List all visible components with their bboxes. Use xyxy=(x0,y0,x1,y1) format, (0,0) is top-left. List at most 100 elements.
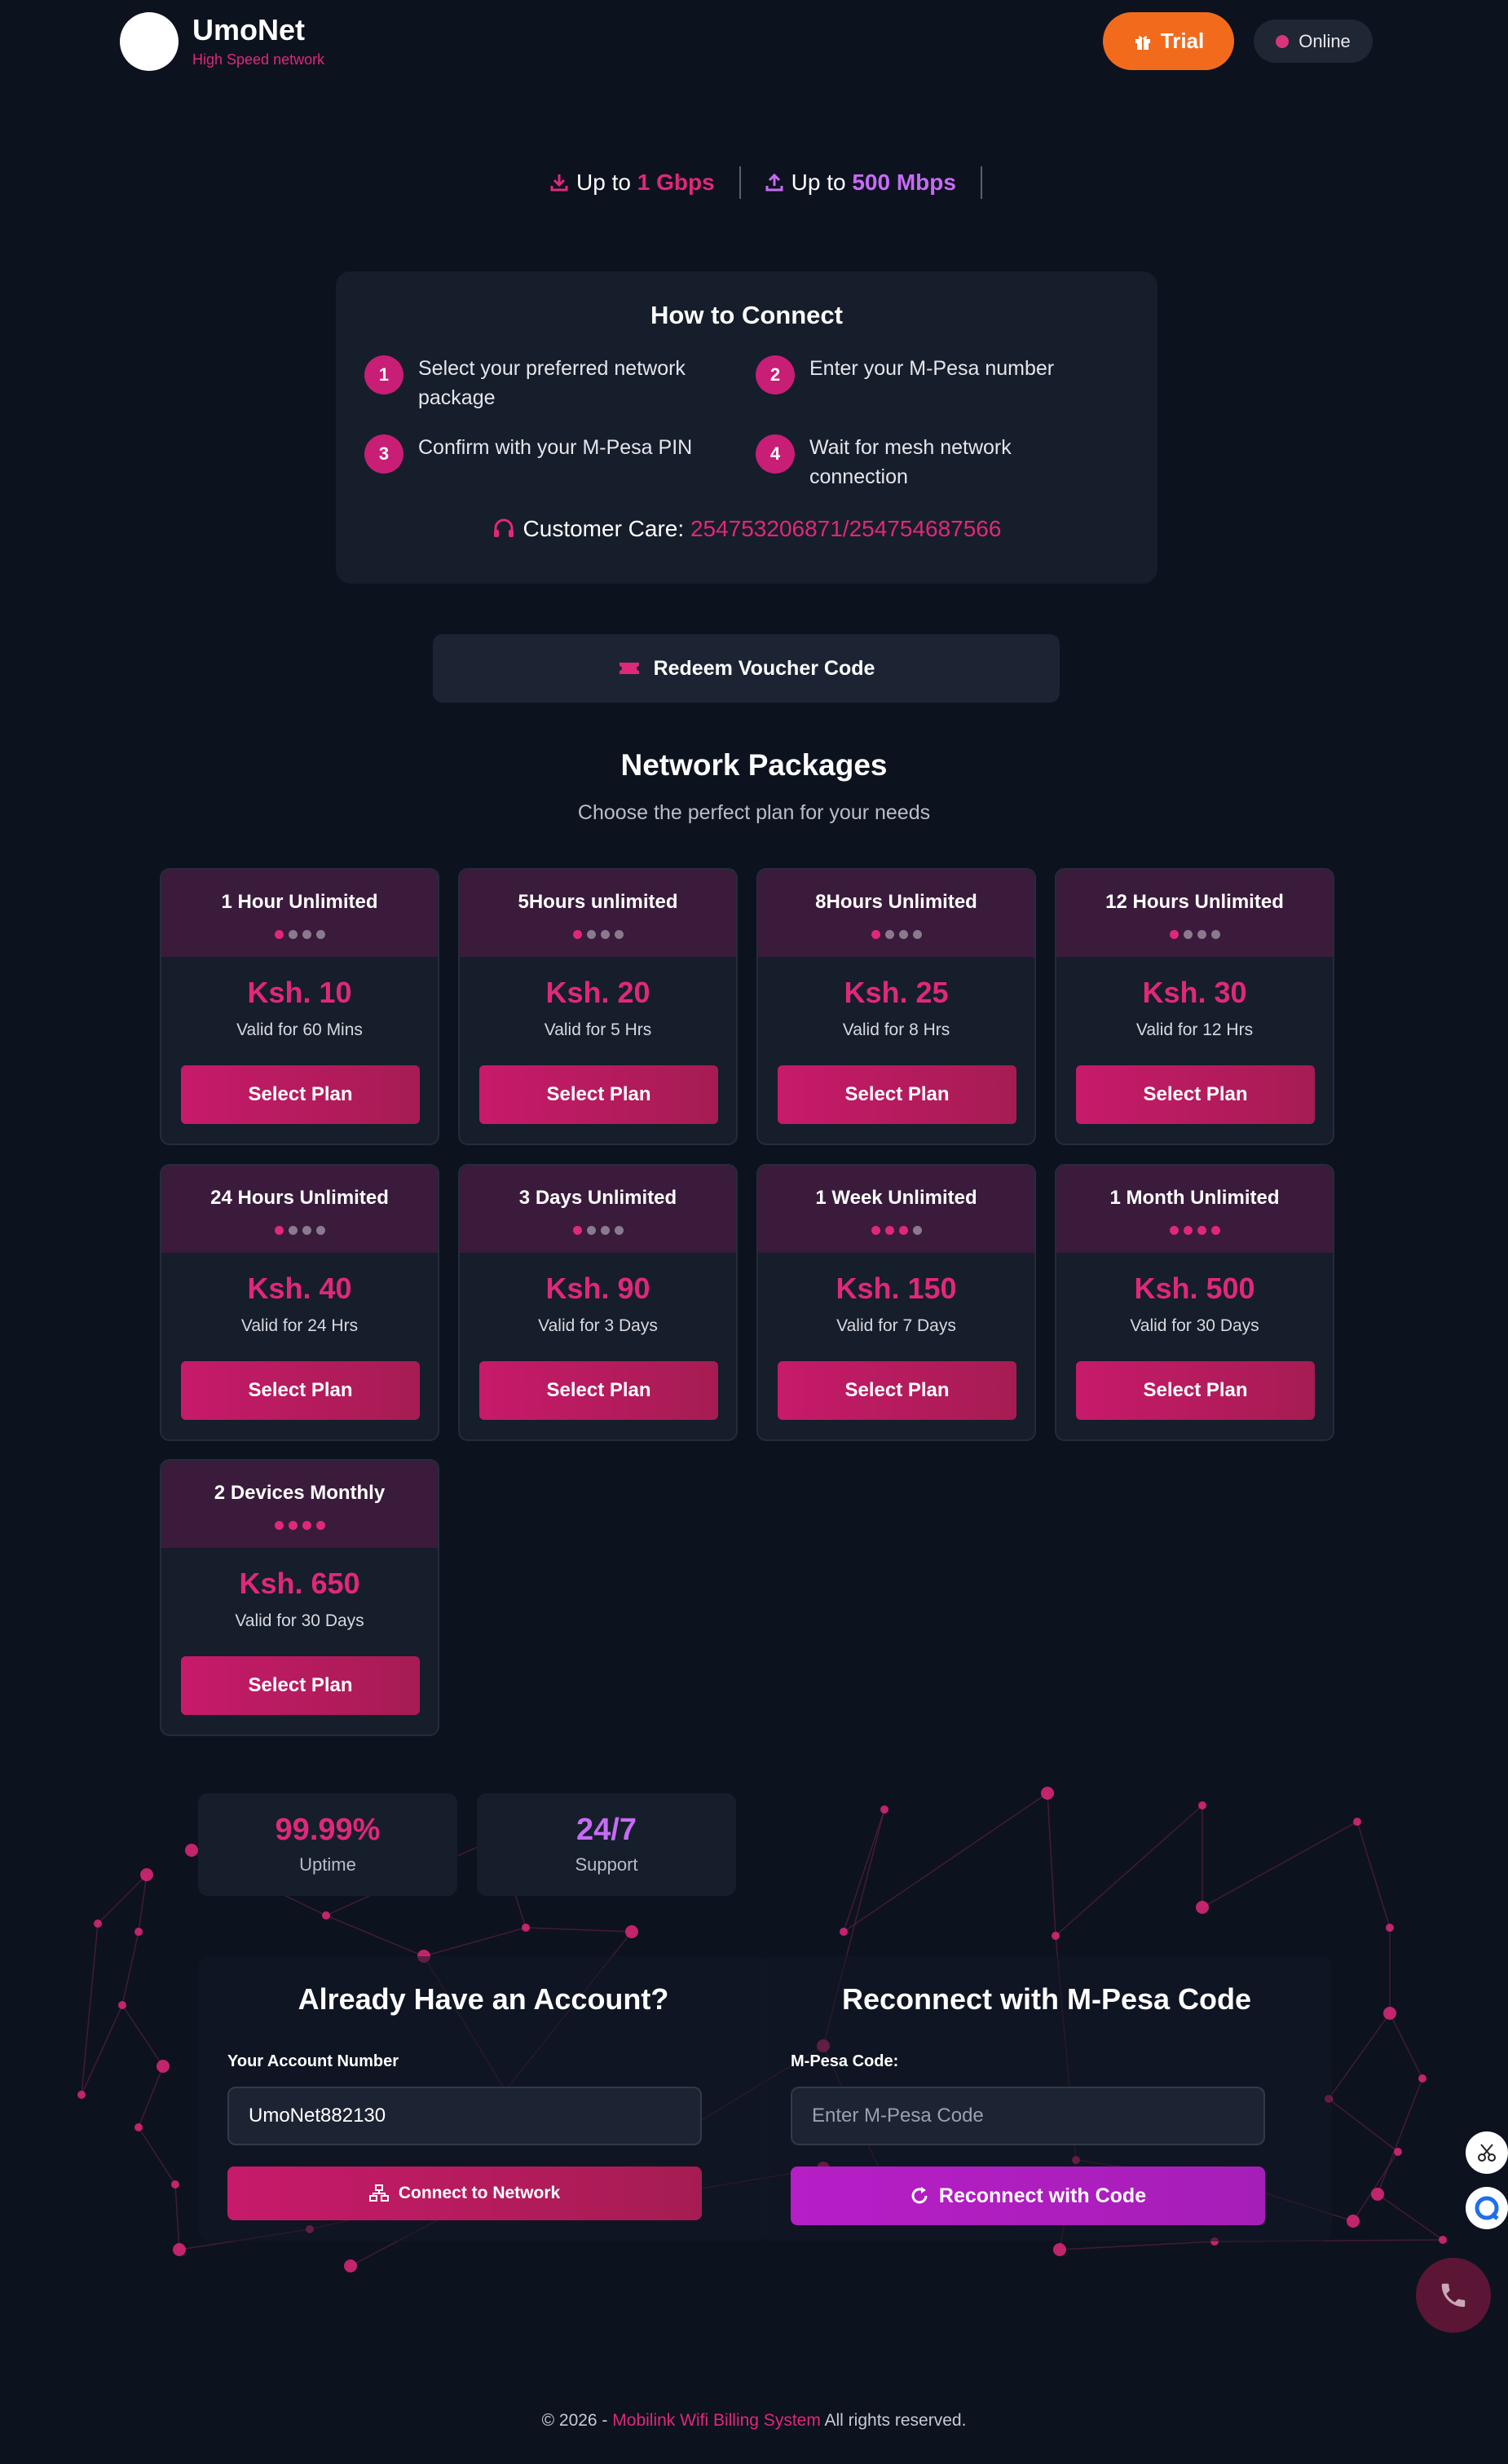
uptime-label: Uptime xyxy=(299,1854,356,1875)
brand-tagline: High Speed network xyxy=(192,51,325,68)
redeem-voucher-label: Redeem Voucher Code xyxy=(653,656,875,680)
network-node xyxy=(1371,2188,1384,2201)
network-link xyxy=(1352,2151,1399,2222)
level-dot-icon xyxy=(586,1226,596,1235)
account-login-panel: Already Have an Account? Your Account Nu… xyxy=(198,1956,769,2241)
plan-card: 1 Hour Unlimited Ksh. 10 Valid for 60 Mins… xyxy=(160,868,439,1145)
network-link xyxy=(1047,1792,1056,1937)
select-plan-button[interactable]: Select Plan xyxy=(778,1361,1016,1420)
network-link xyxy=(525,1927,633,1933)
network-link xyxy=(138,2127,176,2185)
level-dot-icon xyxy=(288,1521,298,1530)
plan-price: Ksh. 30 xyxy=(1142,976,1247,1009)
select-plan-button[interactable]: Select Plan xyxy=(181,1361,420,1420)
level-dot-icon xyxy=(572,930,582,939)
level-dot-icon xyxy=(302,1226,311,1235)
network-link xyxy=(1059,2241,1215,2250)
network-link xyxy=(97,1874,148,1924)
level-dot-icon xyxy=(315,1521,325,1530)
plan-card-header: 12 Hours Unlimited xyxy=(1056,870,1333,957)
plan-name: 24 Hours Unlimited xyxy=(210,1187,389,1209)
level-dot-icon xyxy=(1197,1226,1206,1235)
level-dot-icon xyxy=(1169,930,1179,939)
mpesa-code-input[interactable] xyxy=(791,2087,1265,2145)
select-plan-button[interactable]: Select Plan xyxy=(181,1065,420,1124)
plan-price: Ksh. 20 xyxy=(545,976,650,1009)
brand-logo[interactable] xyxy=(120,12,179,71)
network-link xyxy=(1377,2078,1423,2195)
status-dot-icon xyxy=(1276,34,1290,48)
level-dot-icon xyxy=(315,930,325,939)
plan-validity: Valid for 30 Days xyxy=(235,1611,364,1630)
level-dot-icon xyxy=(898,1226,908,1235)
plan-card-header: 1 Hour Unlimited xyxy=(161,870,438,957)
account-number-input[interactable] xyxy=(227,2087,702,2145)
footer-link[interactable]: Mobilink Wifi Billing System xyxy=(612,2411,821,2430)
level-dot-icon xyxy=(288,930,298,939)
step-text: Enter your M-Pesa number xyxy=(809,357,1055,380)
level-dot-icon xyxy=(586,930,596,939)
select-plan-button[interactable]: Select Plan xyxy=(778,1065,1016,1124)
status-label: Online xyxy=(1299,30,1351,51)
plan-card: 1 Week Unlimited Ksh. 150 Valid for 7 Days… xyxy=(756,1164,1036,1441)
download-prefix: Up to xyxy=(576,170,637,195)
select-plan-button[interactable]: Select Plan xyxy=(1076,1361,1315,1420)
header: UmoNet High Speed network Trial Online xyxy=(0,0,1508,90)
scissors-icon xyxy=(1478,2144,1496,2162)
upload-icon xyxy=(765,173,783,192)
level-dot-icon xyxy=(274,1521,284,1530)
network-link xyxy=(325,1915,425,1957)
connect-to-network-button[interactable]: Connect to Network xyxy=(227,2166,702,2220)
plan-price: Ksh. 40 xyxy=(247,1272,352,1305)
select-plan-button[interactable]: Select Plan xyxy=(479,1065,718,1124)
step-number: 1 xyxy=(364,355,403,395)
step-number: 2 xyxy=(756,355,795,395)
redeem-voucher-button[interactable]: Redeem Voucher Code xyxy=(433,634,1060,703)
level-dot-icon xyxy=(288,1226,298,1235)
plan-name: 12 Hours Unlimited xyxy=(1105,891,1284,913)
reconnect-with-code-button[interactable]: Reconnect with Code xyxy=(791,2166,1265,2225)
download-speed: Up to 1 Gbps xyxy=(526,166,741,199)
chat-widget[interactable] xyxy=(1466,2187,1508,2229)
plan-level-indicator xyxy=(161,1521,438,1530)
trial-label: Trial xyxy=(1160,29,1205,53)
page: UmoNet High Speed network Trial Online U… xyxy=(0,0,1508,2464)
network-node xyxy=(77,2091,86,2099)
plan-price: Ksh. 90 xyxy=(545,1272,650,1305)
step-3: 3 Confirm with your M-Pesa PIN xyxy=(364,433,723,474)
select-plan-button[interactable]: Select Plan xyxy=(181,1656,420,1715)
speed-row: Up to 1 Gbps Up to 500 Mbps xyxy=(0,163,1508,202)
network-node xyxy=(185,1844,198,1857)
level-dot-icon xyxy=(884,1226,894,1235)
level-dot-icon xyxy=(871,1226,880,1235)
select-plan-button[interactable]: Select Plan xyxy=(1076,1065,1315,1124)
plan-name: 2 Devices Monthly xyxy=(214,1482,386,1504)
plan-level-indicator xyxy=(460,930,736,939)
ticket-icon xyxy=(619,663,639,674)
level-dot-icon xyxy=(1210,930,1220,939)
level-dot-icon xyxy=(302,930,311,939)
network-link xyxy=(1328,2012,1391,2100)
call-widget[interactable] xyxy=(1416,2258,1491,2333)
select-plan-button[interactable]: Select Plan xyxy=(479,1361,718,1420)
plan-card-header: 1 Month Unlimited xyxy=(1056,1166,1333,1253)
plan-name: 3 Days Unlimited xyxy=(518,1187,677,1209)
network-node xyxy=(1353,1818,1361,1826)
account-number-label: Your Account Number xyxy=(227,2052,399,2070)
network-node xyxy=(118,2001,126,2009)
network-node xyxy=(173,2243,186,2256)
plan-name: 8Hours Unlimited xyxy=(815,891,977,913)
upload-speed: Up to 500 Mbps xyxy=(741,166,982,199)
network-link xyxy=(174,2184,180,2250)
upload-prefix: Up to xyxy=(791,170,853,195)
trial-button[interactable]: Trial xyxy=(1103,12,1234,70)
step-2: 2 Enter your M-Pesa number xyxy=(756,354,1131,395)
plan-price: Ksh. 25 xyxy=(844,976,949,1009)
network-node xyxy=(134,2123,143,2131)
level-dot-icon xyxy=(614,1226,624,1235)
customer-care-numbers[interactable]: 254753206871/254754687566 xyxy=(690,516,1002,541)
scissors-widget[interactable] xyxy=(1466,2131,1508,2174)
network-node xyxy=(625,1925,638,1938)
plan-name: 1 Month Unlimited xyxy=(1109,1187,1280,1209)
step-1: 1 Select your preferred network package xyxy=(364,354,723,412)
